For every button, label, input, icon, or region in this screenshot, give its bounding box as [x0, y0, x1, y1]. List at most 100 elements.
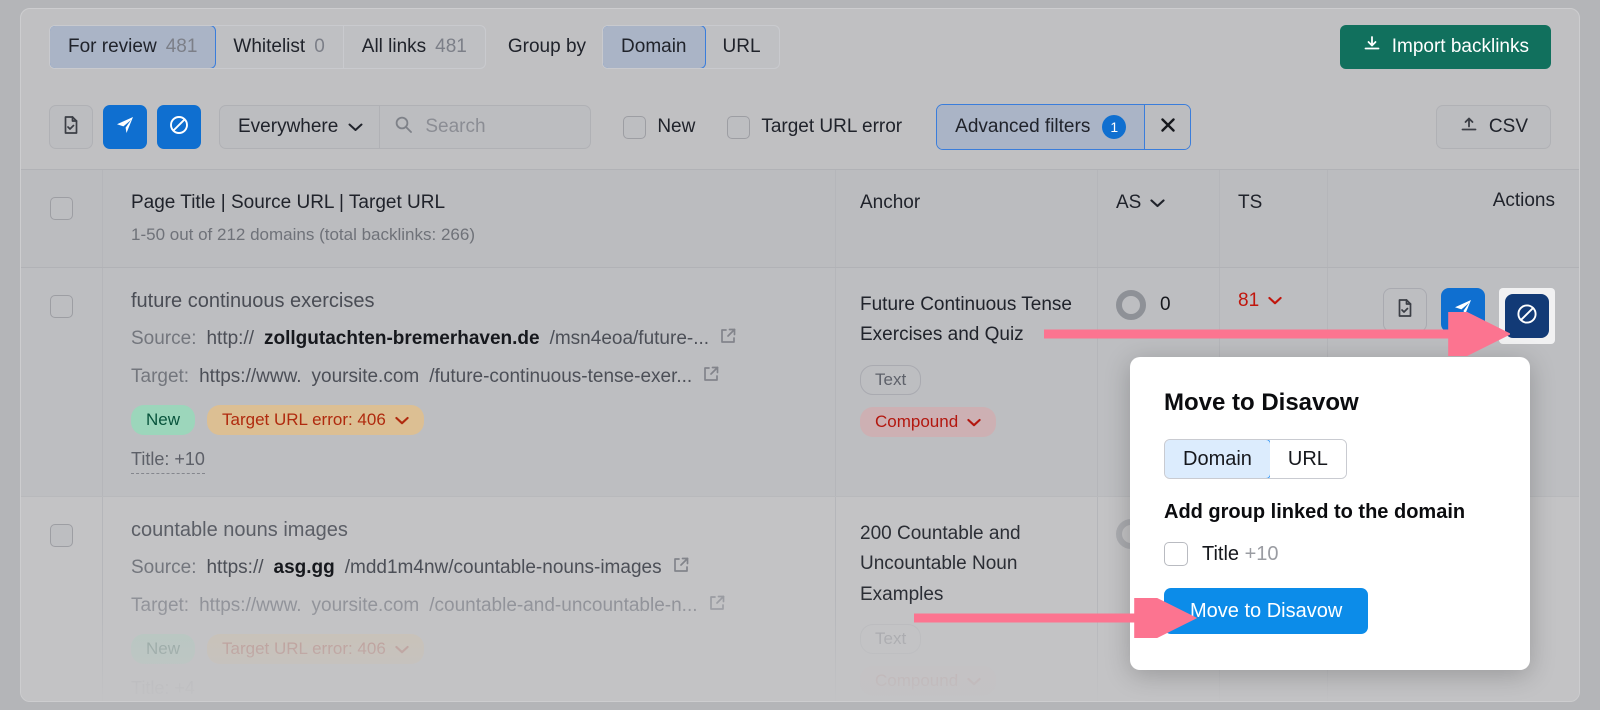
tab-all-links-label: All links	[362, 36, 426, 58]
external-link-icon[interactable]	[719, 327, 737, 351]
row-checkbox[interactable]	[50, 524, 73, 547]
select-all-checkbox[interactable]	[50, 197, 73, 220]
row-title-group[interactable]: Title: +10	[131, 449, 205, 474]
row-checkbox[interactable]	[50, 295, 73, 318]
move-to-disavow-icon	[1514, 301, 1540, 332]
external-link-icon[interactable]	[708, 594, 726, 618]
header-main-label: Page Title | Source URL | Target URL	[131, 192, 811, 214]
upload-icon	[1459, 114, 1479, 140]
row-anchor-cell: Future Continuous Tense Exercises and Qu…	[835, 268, 1097, 496]
csv-export-button[interactable]: CSV	[1436, 105, 1551, 149]
status-badge-new: New	[131, 634, 195, 664]
row-anchor-compound-tag[interactable]: Compound	[860, 407, 996, 437]
authority-score-donut-icon	[1116, 290, 1146, 320]
row-as-value-wrap: 0	[1116, 290, 1219, 320]
move-to-list-icon	[60, 114, 82, 141]
row-main-cell: future continuous exercises Source: http…	[103, 268, 835, 496]
row-anchor-cell: 200 Countable and Uncountable Noun Examp…	[835, 497, 1097, 702]
move-to-disavow-icon-button[interactable]	[157, 105, 201, 149]
scope-select-label: Everywhere	[238, 116, 338, 138]
advanced-filters-button[interactable]: Advanced filters 1	[937, 105, 1144, 149]
search-field-wrapper[interactable]	[380, 106, 590, 148]
send-to-whitelist-icon-button[interactable]	[103, 105, 147, 149]
tab-for-review-count: 481	[166, 36, 198, 58]
header-as-sort[interactable]: AS	[1116, 192, 1219, 214]
download-icon	[1362, 34, 1382, 60]
popover-subtitle: Add group linked to the domain	[1164, 501, 1496, 524]
row-source-label: Source:	[131, 557, 196, 579]
scope-and-search: Everywhere	[219, 105, 591, 149]
status-badge-new: New	[131, 405, 195, 435]
popover-title-group-checkbox-row[interactable]: Title +10	[1164, 542, 1496, 566]
import-backlinks-label: Import backlinks	[1392, 36, 1529, 58]
header-actions-cell: Actions	[1327, 170, 1579, 267]
advanced-filters-clear-button[interactable]	[1144, 105, 1190, 149]
chevron-down-icon	[395, 639, 409, 659]
scope-select[interactable]: Everywhere	[220, 106, 380, 148]
popover-move-to-disavow-button[interactable]: Move to Disavow	[1164, 588, 1368, 634]
search-icon	[394, 115, 413, 139]
external-link-icon[interactable]	[702, 365, 720, 389]
popover-scope-domain-label: Domain	[1183, 448, 1252, 471]
popover-title-group-checkbox[interactable]	[1164, 542, 1188, 566]
checkbox-target-url-error-box[interactable]	[727, 116, 750, 139]
row-source-domain: asg.gg	[274, 557, 335, 579]
row-title-group[interactable]: Title: +4	[131, 678, 195, 702]
advanced-filters-label: Advanced filters	[955, 116, 1090, 138]
chevron-down-icon	[1268, 292, 1282, 310]
checkbox-new-label: New	[657, 116, 695, 138]
popover-scope-url[interactable]: URL	[1270, 440, 1346, 478]
header-ts-label: TS	[1238, 192, 1327, 214]
header-ts-cell[interactable]: TS	[1219, 170, 1327, 267]
advanced-filters: Advanced filters 1	[936, 104, 1191, 150]
filter-checkbox-new[interactable]: New	[623, 116, 695, 139]
search-input[interactable]	[423, 115, 570, 139]
row-tags: New Target URL error: 406	[131, 405, 811, 435]
checkbox-new-box[interactable]	[623, 116, 646, 139]
row-target-url[interactable]: Target: https://www. yoursite.com /count…	[131, 594, 811, 618]
move-to-list-icon-button[interactable]	[49, 105, 93, 149]
row-target-domain: yoursite.com	[312, 366, 420, 388]
external-link-icon[interactable]	[672, 556, 690, 580]
row-move-to-disavow-button[interactable]	[1505, 294, 1549, 338]
tab-for-review-label: For review	[68, 36, 157, 58]
header-as-cell[interactable]: AS	[1097, 170, 1219, 267]
send-to-whitelist-icon	[1452, 297, 1474, 324]
row-source-url[interactable]: Source: http:// zollgutachten-bremerhave…	[131, 327, 811, 351]
move-to-list-icon	[1394, 297, 1416, 324]
row-send-to-whitelist-button[interactable]	[1441, 288, 1485, 332]
filter-checkbox-target-url-error[interactable]: Target URL error	[727, 116, 902, 139]
row-anchor-compound-tag[interactable]: Compound	[860, 666, 996, 696]
chevron-down-icon	[1150, 192, 1165, 214]
popover-title: Move to Disavow	[1164, 389, 1496, 417]
tab-whitelist[interactable]: Whitelist 0	[215, 26, 343, 68]
group-by-url[interactable]: URL	[705, 26, 779, 68]
import-backlinks-button[interactable]: Import backlinks	[1340, 25, 1551, 69]
header-anchor-label: Anchor	[860, 192, 1073, 214]
tab-whitelist-count: 0	[314, 36, 325, 58]
row-source-url[interactable]: Source: https:// asg.gg /mdd1m4nw/counta…	[131, 556, 811, 580]
popover-title-group-count: +10	[1245, 543, 1279, 565]
header-anchor-cell: Anchor	[835, 170, 1097, 267]
row-move-to-list-button[interactable]	[1383, 288, 1427, 332]
tab-all-links-count: 481	[435, 36, 467, 58]
row-tags: New Target URL error: 406	[131, 634, 811, 664]
status-badge-target-url-error[interactable]: Target URL error: 406	[207, 634, 424, 664]
row-ts-value-wrap[interactable]: 81	[1238, 290, 1327, 312]
top-toolbar: For review 481 Whitelist 0 All links 481…	[21, 9, 1579, 85]
row-move-to-disavow-highlight	[1499, 288, 1555, 344]
tab-for-review[interactable]: For review 481	[49, 25, 216, 69]
group-by-domain[interactable]: Domain	[602, 25, 705, 69]
row-target-path: /countable-and-uncountable-n...	[429, 595, 697, 617]
row-source-label: Source:	[131, 328, 196, 350]
row-source-scheme: https://	[206, 557, 263, 579]
group-by-toggle: Domain URL	[602, 25, 780, 69]
row-target-path: /future-continuous-tense-exer...	[429, 366, 692, 388]
status-badge-target-url-error-label: Target URL error: 406	[222, 410, 386, 430]
row-target-label: Target:	[131, 595, 189, 617]
status-badge-target-url-error[interactable]: Target URL error: 406	[207, 405, 424, 435]
popover-scope-domain[interactable]: Domain	[1164, 439, 1271, 479]
row-target-url[interactable]: Target: https://www. yoursite.com /futur…	[131, 365, 811, 389]
row-anchor-compound-label: Compound	[875, 412, 958, 432]
tab-all-links[interactable]: All links 481	[344, 26, 485, 68]
